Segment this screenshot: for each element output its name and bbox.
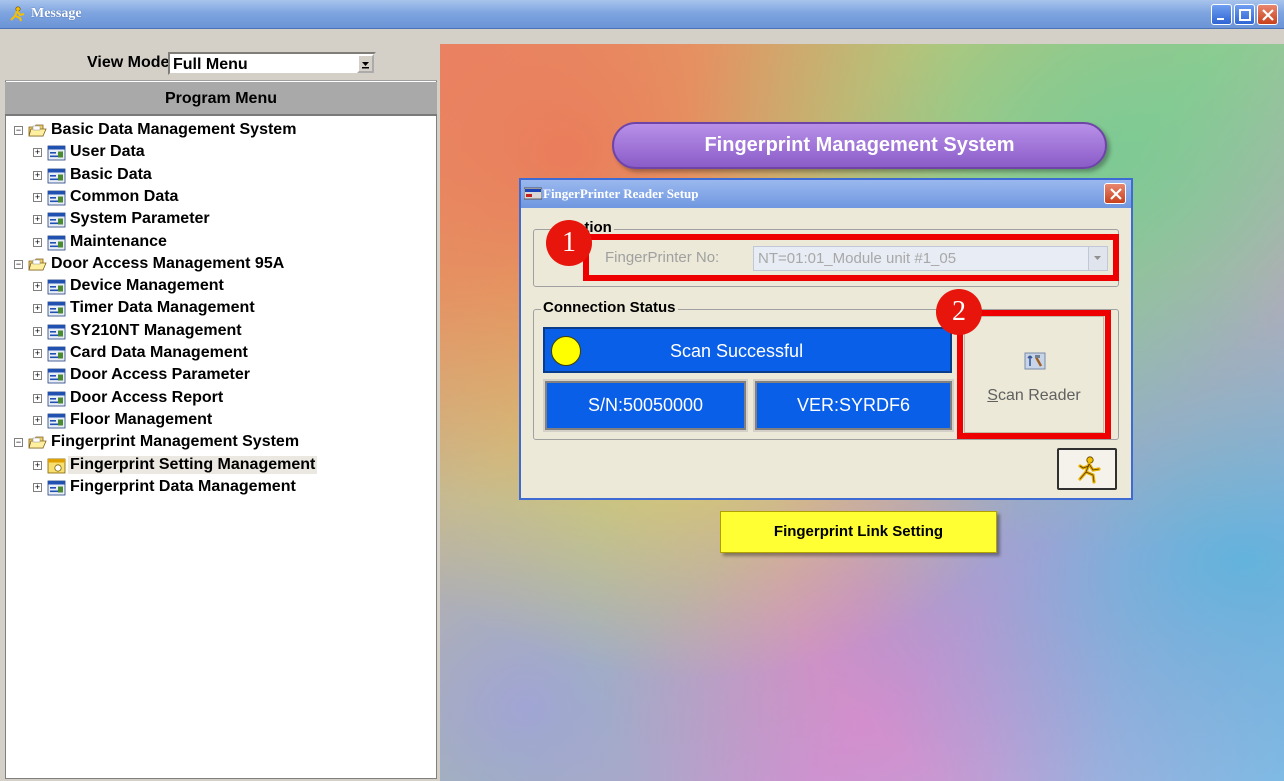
expand-icon[interactable]: +: [33, 371, 42, 380]
annotation-marker-2: 2: [936, 289, 982, 335]
running-person-icon: [1078, 456, 1101, 484]
tree-item-label: Floor Management: [70, 411, 213, 428]
fingerprinter-no-select[interactable]: NT=01:01_Module unit #1_05: [753, 246, 1108, 271]
collapse-icon[interactable]: −: [14, 126, 23, 135]
form-window-icon: [47, 480, 66, 496]
tree-item-label: System Parameter: [70, 210, 210, 227]
tree-item-label: User Data: [70, 143, 145, 160]
annotation-marker-1: 1: [546, 220, 592, 266]
version-box: VER:SYRDF6: [753, 379, 954, 432]
dialog-title: FingerPrinter Reader Setup: [543, 186, 699, 201]
expand-icon[interactable]: +: [33, 349, 42, 358]
tools-icon: [1024, 352, 1046, 370]
form-window-icon: [47, 413, 66, 429]
form-window-icon: [47, 346, 66, 362]
expand-icon[interactable]: +: [33, 238, 42, 247]
folder-open-icon: [28, 258, 47, 271]
maximize-icon: [1239, 9, 1251, 21]
expand-icon[interactable]: +: [33, 215, 42, 224]
minimize-icon: [1217, 18, 1224, 20]
form-window-icon: [47, 235, 66, 251]
form-window-icon: [47, 279, 66, 295]
view-mode-select[interactable]: Full Menu: [168, 52, 376, 75]
chevron-down-icon: [1094, 256, 1101, 260]
maximize-button[interactable]: [1234, 4, 1255, 25]
expand-icon[interactable]: +: [33, 483, 42, 492]
expand-icon[interactable]: +: [33, 304, 42, 313]
system-banner: Fingerprint Management System: [612, 122, 1107, 169]
close-icon: [1110, 188, 1122, 200]
collapse-icon[interactable]: −: [14, 260, 23, 269]
tree-item-label: Maintenance: [70, 233, 167, 250]
tree-item-label: Card Data Management: [70, 344, 248, 361]
exit-button[interactable]: [1057, 448, 1117, 490]
window-titlebar: Message: [0, 0, 1284, 29]
tree-item-label: Timer Data Management: [70, 299, 255, 316]
close-button[interactable]: [1257, 4, 1278, 25]
program-menu-header-label: Program Menu: [164, 90, 277, 107]
window-title: Message: [31, 6, 82, 21]
connection-status-group-label: Connection Status: [541, 299, 678, 316]
form-window-icon: [47, 368, 66, 384]
close-icon: [1262, 9, 1274, 21]
expand-icon[interactable]: +: [33, 461, 42, 470]
expand-icon[interactable]: +: [33, 282, 42, 291]
fingerprinter-no-value: NT=01:01_Module unit #1_05: [758, 250, 957, 267]
tree-item-label: Fingerprint Setting Management: [68, 456, 318, 474]
expand-icon[interactable]: +: [33, 416, 42, 425]
tree-item-label: Device Management: [70, 277, 224, 294]
form-window-active-icon: [47, 458, 66, 474]
view-mode-bar: View Mode: Full Menu: [5, 44, 437, 81]
program-menu-header: Program Menu: [5, 82, 437, 116]
dropdown-arrow-button[interactable]: [1088, 247, 1107, 270]
tree-item-label: Basic Data Management System: [51, 121, 297, 138]
fingerprinter-no-label: FingerPrinter No:: [605, 249, 720, 266]
expand-icon[interactable]: +: [33, 327, 42, 336]
scan-reader-button[interactable]: Scan Reader: [964, 316, 1104, 433]
tree-item-label: Door Access Parameter: [70, 366, 250, 383]
tree-item-label: Door Access Report: [70, 389, 224, 406]
dialog-titlebar: FingerPrinter Reader Setup: [521, 180, 1131, 208]
tree-item-label: Common Data: [70, 188, 179, 205]
tree-item-label: Door Access Management 95A: [51, 255, 285, 272]
view-mode-label: View Mode:: [87, 54, 175, 71]
running-person-icon: [10, 6, 25, 22]
minimize-button[interactable]: [1211, 4, 1232, 25]
folder-open-icon: [28, 124, 47, 137]
form-window-icon: [47, 168, 66, 184]
scan-reader-label: Scan Reader: [987, 387, 1081, 404]
tree-item-label: Fingerprint Data Management: [70, 478, 296, 495]
connection-status-bar: Scan Successful: [543, 327, 952, 373]
form-window-icon: [47, 301, 66, 317]
tree-item-label: Basic Data: [70, 166, 152, 183]
serial-number-box: S/N:50050000: [543, 379, 748, 432]
expand-icon[interactable]: +: [33, 171, 42, 180]
fingerprint-link-setting-button[interactable]: Fingerprint Link Setting: [720, 511, 997, 553]
form-window-icon: [47, 391, 66, 407]
expand-icon[interactable]: +: [33, 148, 42, 157]
dialog-close-button[interactable]: [1104, 183, 1126, 204]
form-window-icon: [47, 324, 66, 340]
tree-item-label: Fingerprint Management System: [51, 433, 300, 450]
status-text: Scan Successful: [670, 341, 804, 361]
app-icon: [524, 187, 542, 200]
expand-icon[interactable]: +: [33, 394, 42, 403]
dropdown-arrow-button[interactable]: [357, 54, 374, 73]
chevron-down-icon: [362, 62, 369, 69]
folder-open-icon: [28, 436, 47, 449]
status-indicator-icon: [551, 336, 581, 366]
view-mode-value: Full Menu: [173, 56, 248, 73]
form-window-icon: [47, 212, 66, 228]
form-window-icon: [47, 145, 66, 161]
expand-icon[interactable]: +: [33, 193, 42, 202]
collapse-icon[interactable]: −: [14, 438, 23, 447]
form-window-icon: [47, 190, 66, 206]
tree-item-label: SY210NT Management: [70, 322, 242, 339]
